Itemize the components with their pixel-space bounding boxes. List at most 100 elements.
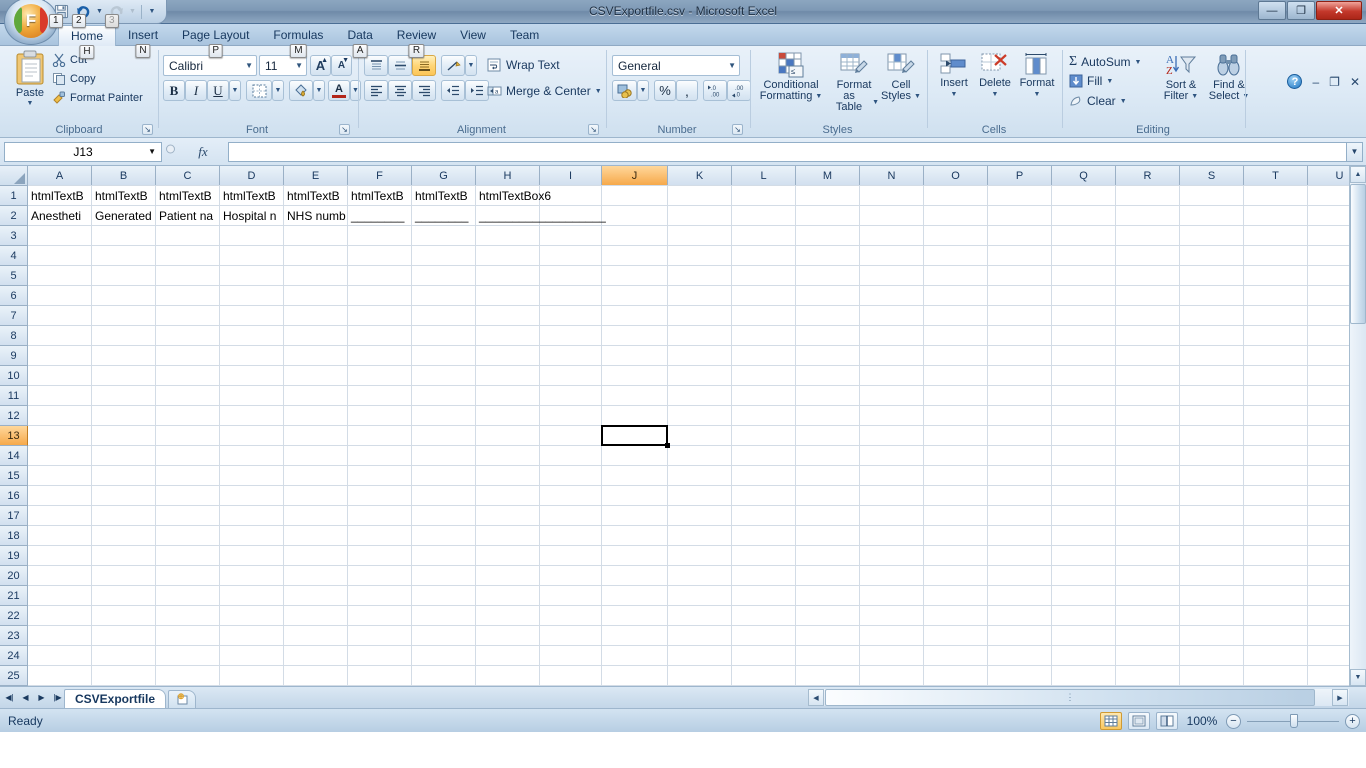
tab-team[interactable]: Team	[498, 25, 551, 46]
column-header-n[interactable]: N	[860, 166, 924, 186]
horizontal-scrollbar[interactable]: ◀ ⋮ ▶	[808, 689, 1349, 706]
scroll-right-button[interactable]: ▶	[1332, 689, 1348, 706]
font-size-combo[interactable]: 11 ▼	[259, 55, 307, 76]
row-header-3[interactable]: 3	[0, 226, 28, 246]
font-color-button[interactable]: A	[328, 80, 350, 101]
redo-button[interactable]: 3	[105, 3, 126, 28]
font-dialog-launcher[interactable]: ↘	[339, 124, 350, 135]
cell-b1[interactable]: htmlTextB	[93, 186, 154, 206]
bottom-align-button[interactable]	[412, 55, 436, 76]
align-left-button[interactable]	[364, 80, 388, 101]
name-box[interactable]: J13 ▼	[4, 141, 162, 162]
column-header-h[interactable]: H	[476, 166, 540, 186]
formula-input[interactable]	[228, 141, 1346, 162]
comma-style-button[interactable]: ,	[676, 80, 698, 101]
first-sheet-button[interactable]: ◀|	[3, 690, 16, 705]
row-header-14[interactable]: 14	[0, 446, 28, 466]
zoom-in-button[interactable]: +	[1345, 713, 1360, 729]
normal-view-button[interactable]	[1100, 712, 1122, 730]
column-header-p[interactable]: P	[988, 166, 1052, 186]
fill-color-button[interactable]	[289, 80, 313, 101]
expand-formula-bar-button[interactable]: ▼	[1346, 141, 1363, 162]
number-dialog-launcher[interactable]: ↘	[732, 124, 743, 135]
alignment-dialog-launcher[interactable]: ↘	[588, 124, 599, 135]
cell-c2[interactable]: Patient na	[157, 206, 218, 226]
decrease-indent-button[interactable]	[441, 80, 465, 101]
cell-styles-dropdown-icon[interactable]: ▼	[914, 91, 921, 102]
column-header-r[interactable]: R	[1116, 166, 1180, 186]
fill-handle[interactable]	[665, 443, 670, 448]
row-header-12[interactable]: 12	[0, 406, 28, 426]
active-cell-selection[interactable]	[601, 425, 668, 446]
cell-c1[interactable]: htmlTextB	[157, 186, 218, 206]
cell-h1[interactable]: htmlTextBox6	[477, 186, 551, 206]
column-header-b[interactable]: B	[92, 166, 156, 186]
row-header-1[interactable]: 1	[0, 186, 28, 206]
zoom-out-button[interactable]: −	[1226, 713, 1241, 729]
conditional-formatting-dropdown-icon[interactable]: ▼	[815, 91, 822, 102]
row-header-21[interactable]: 21	[0, 586, 28, 606]
format-cells-dropdown-icon[interactable]: ▼	[1034, 89, 1041, 100]
delete-cells-dropdown-icon[interactable]: ▼	[992, 89, 999, 100]
column-header-g[interactable]: G	[412, 166, 476, 186]
borders-button[interactable]	[246, 80, 272, 101]
tab-insert[interactable]: Insert N	[116, 25, 170, 58]
next-sheet-button[interactable]: ▶	[35, 690, 48, 705]
row-header-10[interactable]: 10	[0, 366, 28, 386]
fill-color-dropdown[interactable]: ▼	[313, 80, 325, 101]
number-format-caret-icon[interactable]: ▼	[728, 61, 736, 70]
row-header-7[interactable]: 7	[0, 306, 28, 326]
scroll-down-button[interactable]: ▼	[1350, 669, 1366, 686]
number-format-combo[interactable]: General ▼	[612, 55, 740, 76]
orientation-button[interactable]	[441, 55, 465, 76]
column-header-a[interactable]: A	[28, 166, 92, 186]
zoom-percentage[interactable]: 100%	[1184, 714, 1220, 728]
cell-d2[interactable]: Hospital n	[221, 206, 282, 226]
cell-d1[interactable]: htmlTextB	[221, 186, 282, 206]
column-header-e[interactable]: E	[284, 166, 348, 186]
row-header-8[interactable]: 8	[0, 326, 28, 346]
align-center-button[interactable]	[388, 80, 412, 101]
insert-cells-dropdown-icon[interactable]: ▼	[951, 89, 958, 100]
format-as-table-button[interactable]: Format as Table ▼	[829, 52, 879, 113]
paste-dropdown-icon[interactable]: ▼	[27, 100, 34, 107]
column-header-c[interactable]: C	[156, 166, 220, 186]
ribbon-restore-button[interactable]: ❐	[1329, 75, 1340, 89]
cell-a1[interactable]: htmlTextB	[29, 186, 90, 206]
redo-dropdown[interactable]: ▼	[128, 3, 137, 21]
row-header-24[interactable]: 24	[0, 646, 28, 666]
row-header-19[interactable]: 19	[0, 546, 28, 566]
vertical-scroll-thumb[interactable]	[1350, 184, 1366, 324]
cell-f2[interactable]: ________	[349, 206, 410, 226]
borders-dropdown[interactable]: ▼	[272, 80, 284, 101]
italic-button[interactable]: I	[185, 80, 207, 101]
cell-g1[interactable]: htmlTextB	[413, 186, 474, 206]
autosum-button[interactable]: Σ AutoSum ▼	[1069, 54, 1141, 70]
font-size-caret-icon[interactable]: ▼	[295, 61, 303, 70]
orientation-dropdown[interactable]: ▼	[465, 55, 477, 76]
align-right-button[interactable]	[412, 80, 436, 101]
column-header-l[interactable]: L	[732, 166, 796, 186]
sheet-tab-csvexportfile[interactable]: CSVExportfile	[64, 689, 167, 709]
decrease-decimal-button[interactable]: .00 .0	[727, 80, 751, 101]
cell-e2[interactable]: NHS numb	[285, 206, 346, 226]
fill-dropdown-icon[interactable]: ▼	[1106, 78, 1113, 85]
row-header-20[interactable]: 20	[0, 566, 28, 586]
column-header-s[interactable]: S	[1180, 166, 1244, 186]
tab-home[interactable]: Home H	[58, 25, 117, 59]
column-header-k[interactable]: K	[668, 166, 732, 186]
zoom-slider-thumb[interactable]	[1290, 713, 1298, 728]
underline-button[interactable]: U	[207, 80, 229, 101]
column-header-f[interactable]: F	[348, 166, 412, 186]
clear-dropdown-icon[interactable]: ▼	[1120, 98, 1127, 105]
row-header-4[interactable]: 4	[0, 246, 28, 266]
cell-e1[interactable]: htmlTextB	[285, 186, 346, 206]
cell-f1[interactable]: htmlTextB	[349, 186, 410, 206]
accounting-format-dropdown[interactable]: ▼	[637, 80, 649, 101]
row-header-16[interactable]: 16	[0, 486, 28, 506]
row-header-5[interactable]: 5	[0, 266, 28, 286]
column-header-d[interactable]: D	[220, 166, 284, 186]
insert-function-button[interactable]: fx	[178, 142, 228, 162]
zoom-slider[interactable]	[1247, 713, 1339, 728]
scroll-up-button[interactable]: ▲	[1350, 166, 1366, 183]
